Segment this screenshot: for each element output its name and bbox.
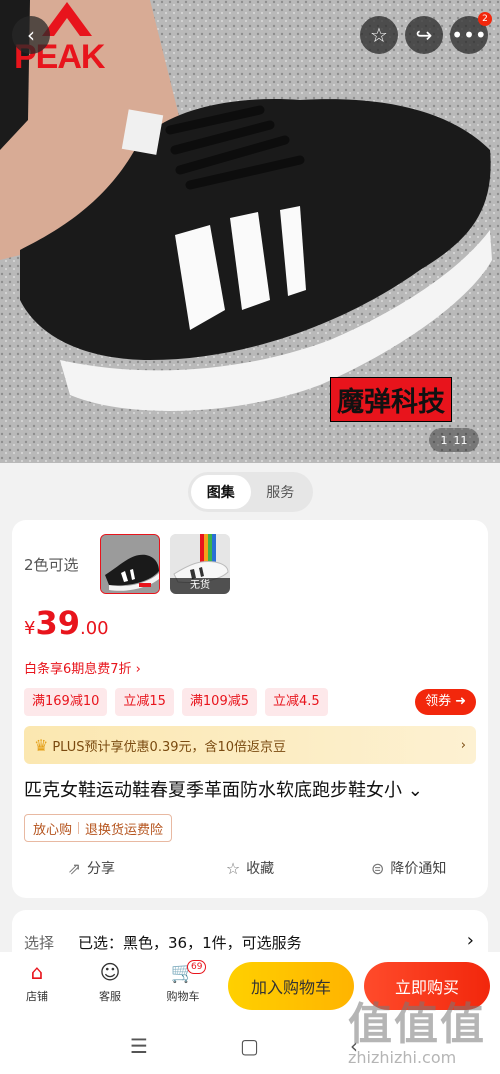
product-title[interactable]: 匹克女鞋运动鞋春夏季革面防水软底跑步鞋女小 ⌄ [24,776,476,802]
coupon-tag[interactable]: 立减15 [115,688,174,716]
chevron-right-icon: › [466,930,474,951]
cart-button[interactable]: 🛒 69 购物车 [158,960,208,1004]
service-label: 客服 [99,990,121,1003]
recent-apps-icon[interactable]: ☰ [130,1034,148,1058]
price-alert-icon: ⊜ [370,858,385,878]
selected-spec: 已选：黑色，36，1件，可选服务 [78,934,302,952]
coupon-list: 满169减10 立减15 满109减5 立减4.5 [24,688,328,716]
store-icon: ⌂ [30,960,44,984]
share-icon: ↪ [415,23,433,47]
share-action-button[interactable]: ⇗ 分享 [12,858,171,878]
guarantee-tag: 退换货运费险 [85,822,164,838]
page-current: 1 [440,433,448,447]
action-row: ⇗ 分享 ☆ 收藏 ⊜ 降价通知 [12,858,488,878]
chevron-right-icon: › [460,737,466,753]
installment-offer-link[interactable]: 白条享6期息费7折 › [24,658,141,677]
colors-available: 2色可选 [24,556,79,574]
page-total: 11 [453,433,468,447]
tab-gallery[interactable]: 图集 [191,475,251,509]
plus-text: PLUS预计享优惠0.39元，含10倍返京豆 [52,739,287,755]
store-button[interactable]: ⌂ 店铺 [12,960,62,1004]
add-to-cart-button[interactable]: 加入购物车 [228,962,354,1010]
gallery-tabs: 图集 服务 [188,472,313,512]
shoe-thumb-image [101,535,159,593]
select-label: 选择 [24,934,55,952]
expand-chevron-icon[interactable]: ⌄ [408,780,423,801]
action-label: 收藏 [246,861,275,877]
price-integer: 39 [35,604,80,642]
more-button[interactable]: ••• 2 [450,12,492,54]
more-icon: ••• [451,23,487,47]
action-label: 分享 [87,861,116,877]
coupon-tag[interactable]: 立减4.5 [265,688,328,716]
cart-count-badge: 69 [187,960,207,974]
star-icon: ☆ [370,23,388,47]
chat-smile-icon: ☺ [99,960,121,984]
share-button[interactable]: ↪ [405,16,443,54]
tech-label: 魔弹科技 [330,377,452,422]
product-image-gallery[interactable]: PEAK ‹ ☆ ↪ ••• 2 魔弹科技 1 11 [0,0,500,463]
price-decimal: .00 [79,618,109,639]
store-label: 店铺 [26,990,48,1003]
cart-label: 购物车 [166,990,200,1003]
plus-member-banner[interactable]: ♛ PLUS预计享优惠0.39元，含10倍返京豆 › [24,726,476,764]
star-icon: ☆ [225,858,241,878]
notification-badge: 2 [478,12,492,26]
favorite-action-button[interactable]: ☆ 收藏 [171,858,330,878]
color-thumb-black[interactable] [100,534,160,594]
price-alert-button[interactable]: ⊜ 降价通知 [329,858,488,878]
coupon-tag[interactable]: 满169减10 [24,688,108,716]
back-icon: ‹ [27,23,35,47]
back-button[interactable]: ‹ [12,16,50,54]
tab-service[interactable]: 服务 [251,475,311,509]
watermark-logo: 值值值 [348,999,486,1050]
out-of-stock-tag: 无货 [170,578,230,594]
price-currency: ¥ [24,618,36,639]
home-icon[interactable]: ▢ [240,1034,259,1058]
guarantee-tag: 放心购 [33,822,73,838]
get-coupon-label: 领券 [425,694,452,709]
divider [78,822,80,834]
product-info-card: 2色可选 无货 ¥39.00 白条享6期息费7折 › 满169减10 立减15 … [12,520,488,898]
image-page-indicator: 1 11 [429,428,479,452]
get-coupon-button[interactable]: 领券 ➜ [415,689,476,715]
favorite-button[interactable]: ☆ [360,16,398,54]
chevron-right-icon: ➜ [455,694,466,709]
coupon-tag[interactable]: 满109减5 [181,688,257,716]
customer-service-button[interactable]: ☺ 客服 [85,960,135,1004]
site-watermark: 值值值 zhizhizhi.com [348,988,498,1067]
action-label: 降价通知 [390,861,447,877]
share-icon: ⇗ [67,858,82,878]
color-thumb-white[interactable]: 无货 [170,534,230,594]
guarantee-tags[interactable]: 放心购 退换货运费险 [24,814,173,842]
product-title-text: 匹克女鞋运动鞋春夏季革面防水软底跑步鞋女小 [24,780,402,801]
price: ¥39.00 [24,604,109,642]
crown-icon: ♛ [34,735,49,755]
